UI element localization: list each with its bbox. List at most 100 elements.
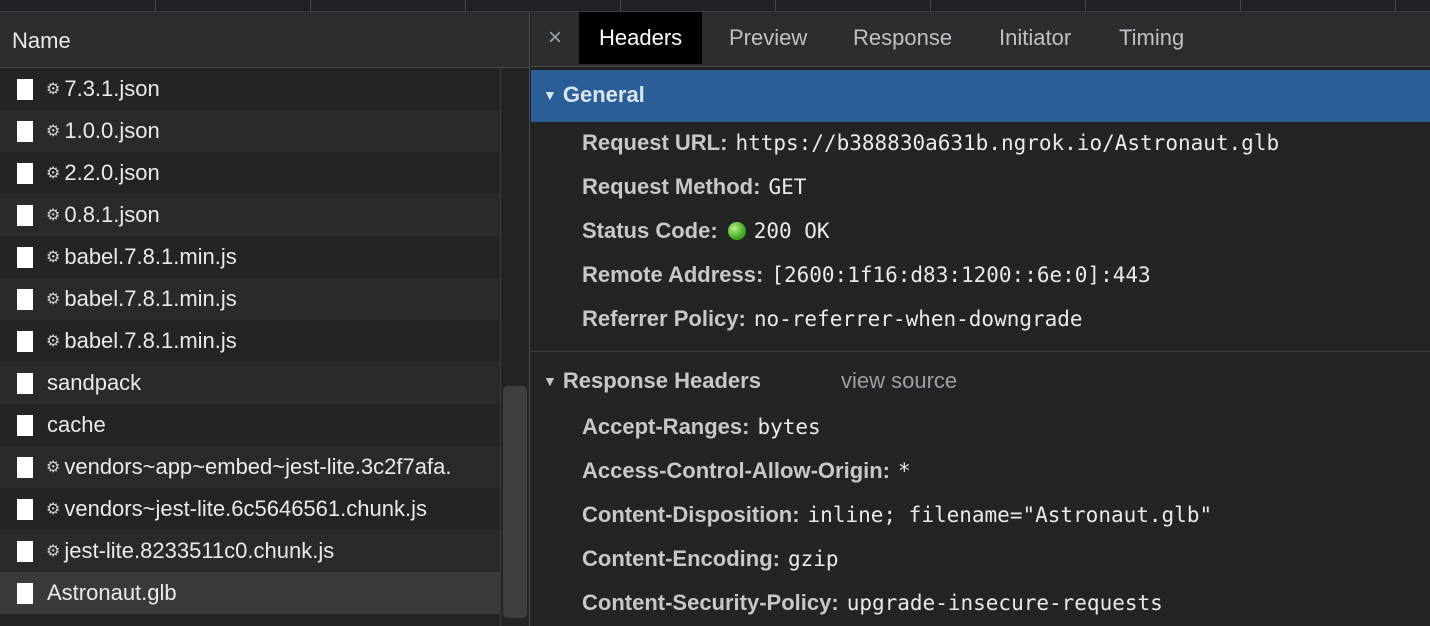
request-name: 7.3.1.json [64,76,160,101]
timeline-tick [155,0,156,11]
request-name: babel.7.8.1.min.js [64,286,237,311]
request-row[interactable]: cache [0,404,500,446]
file-icon [17,204,33,226]
header-row-accept-ranges: Accept-Ranges: bytes [582,414,821,440]
request-row[interactable]: ⚙ vendors~jest-lite.6c5646561.chunk.js [0,488,500,530]
gear-icon: ⚙ [46,207,61,224]
header-value: 200 OK [753,219,830,243]
file-icon [17,456,33,478]
request-row[interactable]: ⚙ 2.2.0.json [0,152,500,194]
request-list-scrollbar[interactable] [500,68,529,626]
header-row-remote-address: Remote Address: [2600:1f16:d83:1200::6e:0… [582,262,1151,288]
request-name: vendors~app~embed~jest-lite.3c2f7afa. [64,454,452,479]
gear-icon: ⚙ [46,333,61,350]
header-value: bytes [757,415,821,439]
request-row[interactable]: ⚙ 0.8.1.json [0,194,500,236]
request-name: cache [47,412,106,437]
triangle-down-icon: ▼ [543,373,557,389]
request-name: 1.0.0.json [64,118,160,143]
request-row[interactable]: ⚙ jest-lite.8233511c0.chunk.js [0,530,500,572]
request-row[interactable]: ⚙ babel.7.8.1.min.js [0,236,500,278]
close-icon[interactable]: × [548,24,562,52]
request-name: jest-lite.8233511c0.chunk.js [64,538,335,563]
timeline-tick [1085,0,1086,11]
request-list-pane: Name ⚙ 7.3.1.json ⚙ 1.0.0.json ⚙ 2.2.0.json ⚙ 0… [0,12,530,626]
file-icon [17,330,33,352]
header-key: Access-Control-Allow-Origin: [582,458,891,483]
header-key: Remote Address: [582,262,764,287]
tab-timing[interactable]: Timing [1099,12,1204,64]
gear-icon: ⚙ [46,459,61,476]
timeline-tick [620,0,621,11]
file-icon [17,288,33,310]
header-value: [2600:1f16:d83:1200::6e:0]:443 [771,263,1151,287]
request-name: vendors~jest-lite.6c5646561.chunk.js [64,496,427,521]
header-row-status-code: Status Code: 200 OK [582,218,830,244]
header-key: Status Code: [582,218,718,243]
header-value: upgrade-insecure-requests [846,591,1163,615]
timeline-tick [1395,0,1396,11]
header-value: inline; filename="Astronaut.glb" [807,503,1213,527]
request-name: babel.7.8.1.min.js [64,328,237,353]
header-value: no-referrer-when-downgrade [753,307,1083,331]
request-details-pane: × Headers Preview Response Initiator Tim… [531,12,1430,626]
view-source-link[interactable]: view source [841,368,957,394]
file-icon [17,120,33,142]
tab-headers[interactable]: Headers [579,12,703,64]
gear-icon: ⚙ [46,81,61,98]
triangle-down-icon: ▼ [543,87,557,103]
header-value: GET [768,175,807,199]
request-name: 2.2.0.json [64,160,160,185]
header-row-request-url: Request URL: https://b388830a631b.ngrok.i… [582,130,1279,156]
gear-icon: ⚙ [46,291,61,308]
request-name: Astronaut.glb [47,580,177,605]
request-row[interactable]: ⚙ babel.7.8.1.min.js [0,278,500,320]
scrollbar-thumb[interactable] [503,386,527,618]
request-name: sandpack [47,370,142,395]
timeline-tick [1240,0,1241,11]
file-icon [17,582,33,604]
header-row-content-encoding: Content-Encoding: gzip [582,546,839,572]
header-key: Request URL: [582,130,728,155]
header-key: Accept-Ranges: [582,414,750,439]
tab-preview[interactable]: Preview [709,12,827,64]
request-row[interactable]: ⚙ vendors~app~embed~jest-lite.3c2f7afa. [0,446,500,488]
request-row[interactable]: ⚙ 7.3.1.json [0,68,500,110]
name-column-header[interactable]: Name [0,12,529,68]
request-row[interactable]: ⚙ 1.0.0.json [0,110,500,152]
tab-initiator[interactable]: Initiator [979,12,1091,64]
section-divider [531,351,1430,352]
header-key: Request Method: [582,174,761,199]
file-icon [17,162,33,184]
request-name: babel.7.8.1.min.js [64,244,237,269]
header-row-access-control-allow-origin: Access-Control-Allow-Origin: * [582,458,911,484]
gear-icon: ⚙ [46,165,61,182]
request-row[interactable]: sandpack [0,362,500,404]
header-key: Referrer Policy: [582,306,746,331]
timeline-tick [310,0,311,11]
header-value: gzip [787,547,839,571]
header-value: * [898,459,911,483]
timeline-overview-strip [0,0,1430,12]
header-key: Content-Disposition: [582,502,800,527]
gear-icon: ⚙ [46,501,61,518]
file-icon [17,246,33,268]
tab-response[interactable]: Response [833,12,972,64]
request-list: ⚙ 7.3.1.json ⚙ 1.0.0.json ⚙ 2.2.0.json ⚙ 0.8.1.… [0,68,500,626]
file-icon [17,540,33,562]
general-section-header[interactable]: ▼ General [531,70,1430,122]
gear-icon: ⚙ [46,249,61,266]
status-ok-icon [727,222,746,240]
file-icon [17,414,33,436]
gear-icon: ⚙ [46,543,61,560]
header-row-referrer-policy: Referrer Policy: no-referrer-when-downgra… [582,306,1083,332]
request-row[interactable]: ⚙ babel.7.8.1.min.js [0,320,500,362]
gear-icon: ⚙ [46,123,61,140]
header-value: https://b388830a631b.ngrok.io/Astronaut.… [735,131,1280,155]
name-column-label: Name [12,28,71,53]
file-icon [17,372,33,394]
response-headers-section-header[interactable]: ▼ Response Headers [543,368,761,394]
request-row[interactable]: Astronaut.glb [0,572,500,614]
timeline-tick [465,0,466,11]
timeline-tick [775,0,776,11]
